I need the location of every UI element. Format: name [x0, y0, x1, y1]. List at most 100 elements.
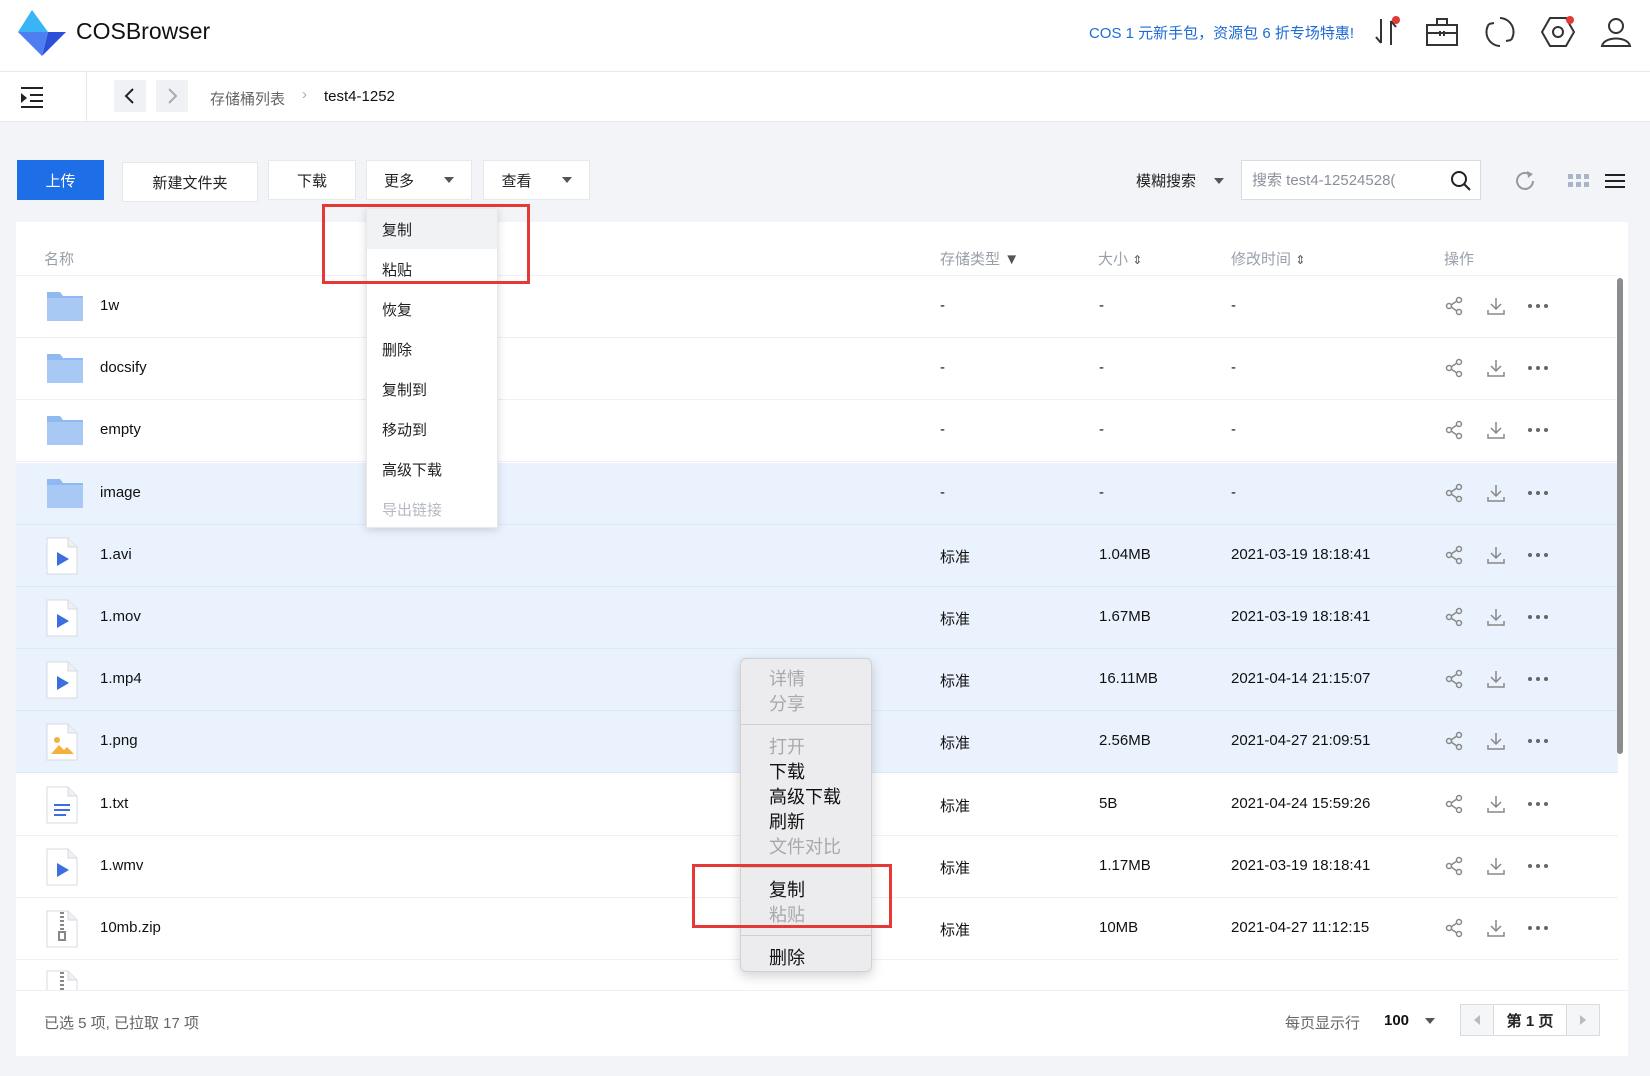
file-name[interactable]: 1.wmv — [100, 857, 143, 874]
download-icon[interactable] — [1483, 728, 1509, 754]
file-name[interactable]: 1.png — [100, 732, 138, 749]
search-icon[interactable] — [1450, 170, 1472, 192]
sort-icon[interactable]: ⇕ — [1132, 253, 1142, 267]
table-row[interactable]: 1w - - - — [16, 276, 1618, 338]
more-options-icon[interactable] — [1525, 791, 1551, 817]
file-name[interactable]: docsify — [100, 359, 147, 376]
toolbox-icon[interactable] — [1422, 12, 1462, 52]
file-name[interactable]: 10mb.zip — [100, 919, 161, 936]
download-icon[interactable] — [1483, 853, 1509, 879]
file-name[interactable]: 1.mp4 — [100, 670, 142, 687]
file-name[interactable]: 1.txt — [100, 795, 128, 812]
more-options-icon[interactable] — [1525, 604, 1551, 630]
menu-item-advanced-download[interactable]: 高级下载 — [367, 449, 497, 489]
per-page-select[interactable]: 100 — [1384, 1012, 1436, 1029]
download-icon[interactable] — [1483, 355, 1509, 381]
more-options-icon[interactable] — [1525, 915, 1551, 941]
share-icon[interactable] — [1441, 666, 1467, 692]
pagination: 第 1 页 — [1460, 1004, 1600, 1036]
header-modified[interactable]: 修改时间 ⇕ — [1231, 248, 1305, 269]
more-options-icon[interactable] — [1525, 542, 1551, 568]
share-icon[interactable] — [1441, 791, 1467, 817]
menu-item-move-to[interactable]: 移动到 — [367, 409, 497, 449]
share-icon[interactable] — [1441, 417, 1467, 443]
search-input[interactable] — [1252, 171, 1442, 189]
menu-item-export-links: 导出链接 — [382, 501, 443, 519]
menu-item-restore[interactable]: 恢复 — [367, 289, 497, 329]
more-options-icon[interactable] — [1525, 480, 1551, 506]
menu-item-copy-to[interactable]: 复制到 — [367, 369, 497, 409]
upload-button[interactable]: 上传 — [17, 160, 104, 200]
share-icon[interactable] — [1441, 853, 1467, 879]
more-dropdown-button[interactable]: 更多 — [366, 160, 472, 200]
back-button[interactable] — [114, 80, 146, 112]
download-button[interactable]: 下载 — [268, 160, 356, 200]
download-icon[interactable] — [1483, 604, 1509, 630]
table-row[interactable]: docsify - - - — [16, 338, 1618, 401]
header-size[interactable]: 大小 ⇕ — [1098, 248, 1142, 269]
more-options-icon[interactable] — [1525, 417, 1551, 443]
share-icon[interactable] — [1441, 480, 1467, 506]
header-storage[interactable]: 存储类型 ▼ — [940, 248, 1019, 269]
modified-time: - — [1231, 297, 1236, 314]
share-icon[interactable] — [1441, 293, 1467, 319]
more-options-icon[interactable] — [1525, 853, 1551, 879]
cosbrowser-logo-icon — [18, 10, 66, 56]
search-box[interactable] — [1241, 160, 1481, 200]
image-file-icon — [46, 723, 84, 761]
download-icon[interactable] — [1483, 480, 1509, 506]
sort-icon[interactable]: ⇕ — [1295, 253, 1305, 267]
user-avatar-icon[interactable] — [1596, 12, 1636, 52]
promo-link[interactable]: COS 1 元新手包，资源包 6 折专场特惠! — [1089, 22, 1354, 43]
menu-item-delete[interactable]: 删除 — [367, 329, 497, 369]
table-row[interactable]: 1.avi 标准 1.04MB 2021-03-19 18:18:41 — [16, 524, 1618, 587]
download-icon[interactable] — [1483, 915, 1509, 941]
ctx-item-download[interactable]: 下载 — [741, 758, 871, 783]
download-icon[interactable] — [1483, 417, 1509, 443]
list-view-icon[interactable] — [1604, 172, 1626, 190]
file-name[interactable]: 1.mov — [100, 608, 141, 625]
file-name[interactable]: empty — [100, 421, 141, 438]
share-icon[interactable] — [1441, 728, 1467, 754]
file-name[interactable]: 1.avi — [100, 546, 132, 563]
table-scrollbar[interactable] — [1617, 278, 1623, 754]
share-icon[interactable] — [1441, 604, 1467, 630]
header-ops: 操作 — [1444, 251, 1475, 268]
more-options-icon[interactable] — [1525, 728, 1551, 754]
share-icon[interactable] — [1441, 915, 1467, 941]
table-row[interactable]: 1.mov 标准 1.67MB 2021-03-19 18:18:41 — [16, 587, 1618, 649]
ctx-item-compare: 文件对比 — [769, 836, 841, 857]
sidebar-toggle-icon[interactable] — [18, 84, 46, 110]
header-name[interactable]: 名称 — [44, 248, 74, 269]
grid-view-icon[interactable] — [1568, 172, 1590, 190]
refresh-icon[interactable] — [1514, 170, 1536, 192]
ctx-item-advanced-download[interactable]: 高级下载 — [741, 783, 871, 808]
prev-page-icon[interactable] — [1461, 1005, 1493, 1035]
table-row[interactable]: image - - - — [16, 462, 1618, 525]
next-page-icon[interactable] — [1567, 1005, 1599, 1035]
new-folder-button[interactable]: 新建文件夹 — [122, 162, 258, 202]
filter-icon[interactable]: ▼ — [1004, 251, 1019, 268]
transfer-icon[interactable] — [1366, 12, 1406, 52]
breadcrumb-root[interactable]: 存储桶列表 — [210, 88, 285, 109]
download-icon[interactable] — [1483, 293, 1509, 319]
share-icon[interactable] — [1441, 355, 1467, 381]
file-name[interactable]: image — [100, 484, 141, 501]
download-icon[interactable] — [1483, 666, 1509, 692]
view-dropdown-button[interactable]: 查看 — [483, 160, 590, 200]
ctx-item-refresh[interactable]: 刷新 — [741, 808, 871, 833]
more-options-icon[interactable] — [1525, 666, 1551, 692]
settings-gear-icon[interactable] — [1538, 12, 1578, 52]
more-options-icon[interactable] — [1525, 293, 1551, 319]
file-name[interactable]: 1w — [100, 297, 119, 314]
sync-icon[interactable] — [1480, 12, 1520, 52]
download-icon[interactable] — [1483, 542, 1509, 568]
more-options-icon[interactable] — [1525, 355, 1551, 381]
download-icon[interactable] — [1483, 791, 1509, 817]
table-row[interactable]: empty - - - — [16, 400, 1618, 463]
more-label: 更多 — [383, 172, 414, 190]
share-icon[interactable] — [1441, 542, 1467, 568]
search-mode-select[interactable]: 模糊搜索 — [1136, 170, 1225, 191]
ctx-item-delete[interactable]: 删除 — [741, 944, 871, 969]
forward-button[interactable] — [156, 80, 188, 112]
